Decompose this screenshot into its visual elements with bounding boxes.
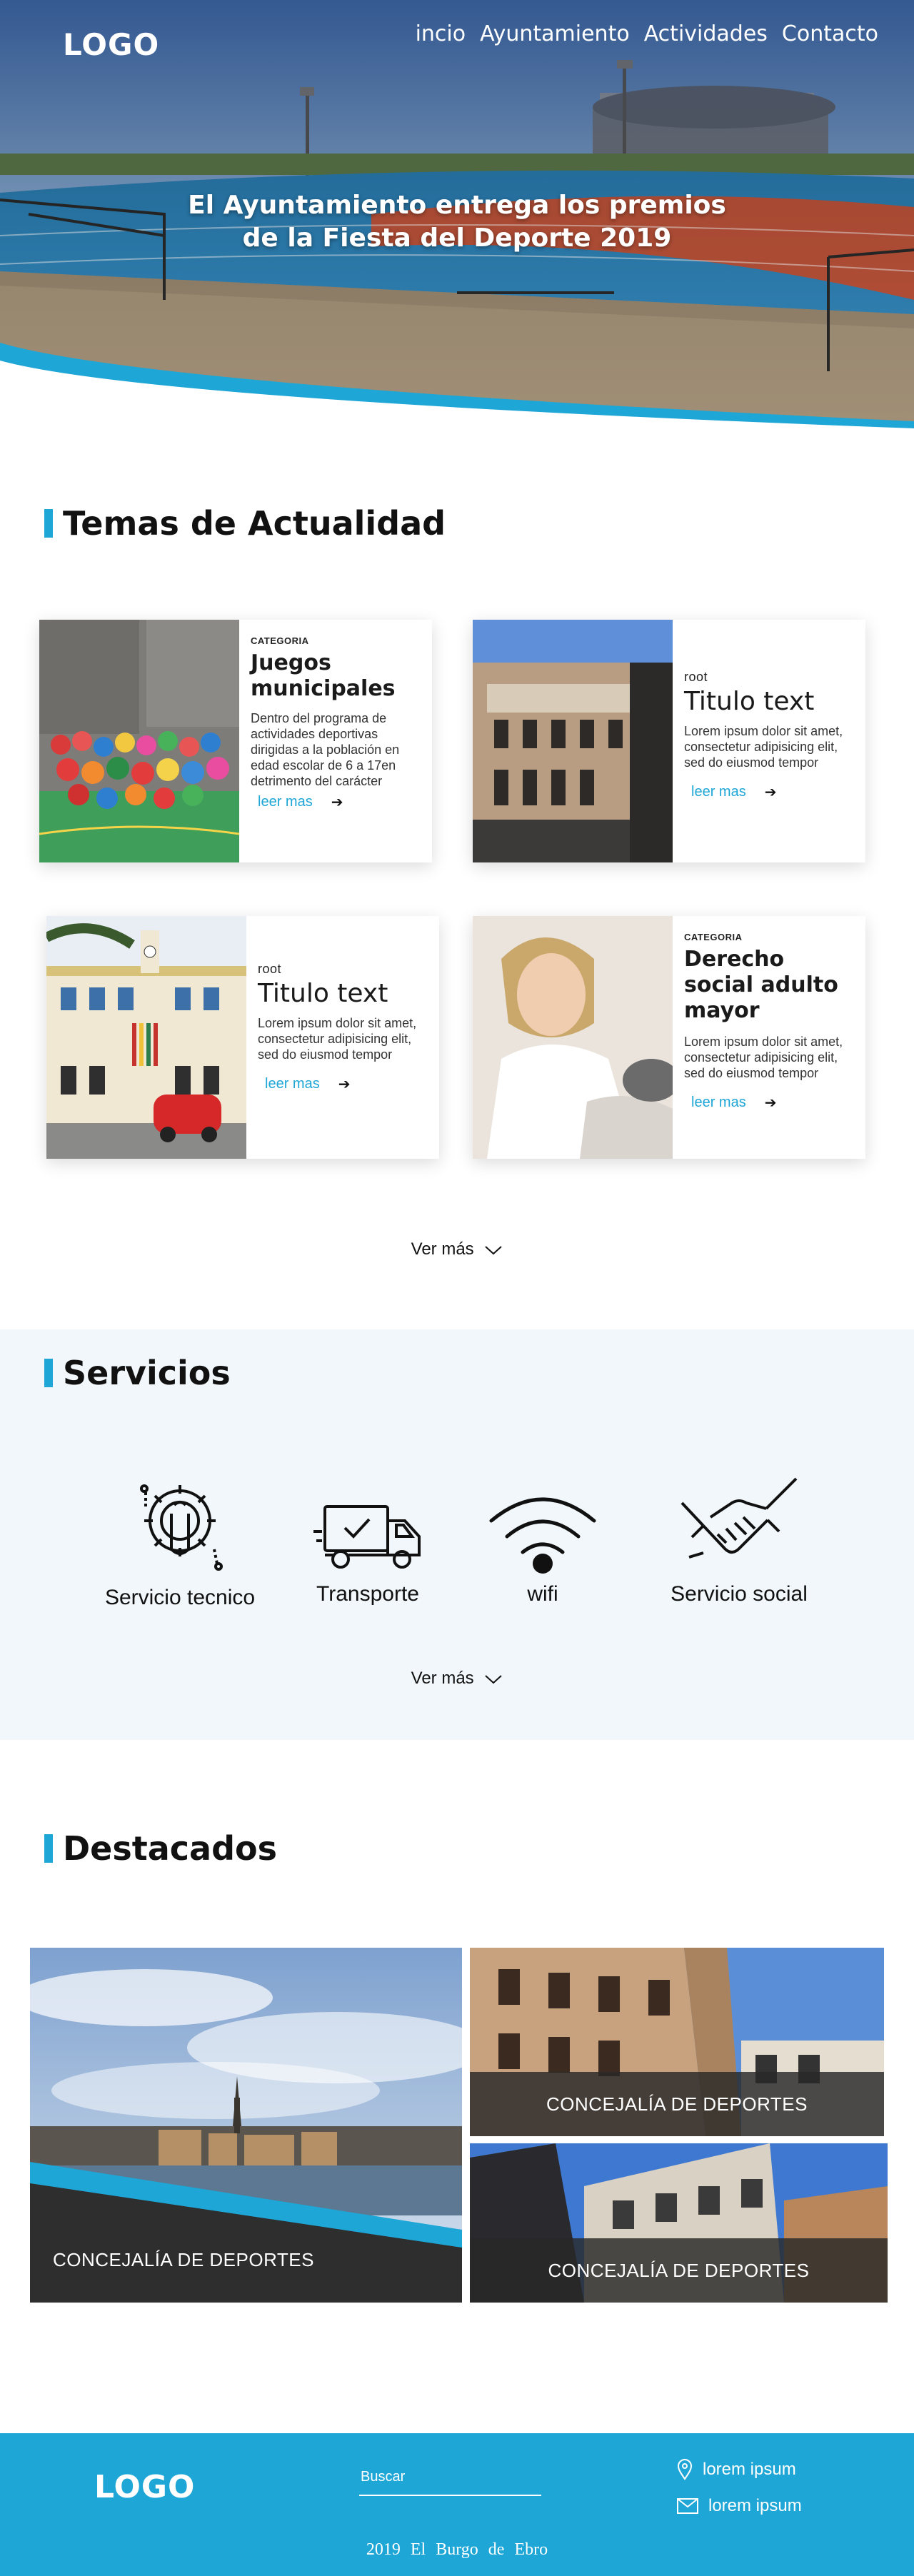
footer-logo[interactable]: LOGO — [94, 2469, 195, 2505]
footer-copyright: 2019 El Burgo de Ebro — [366, 2540, 548, 2559]
site-footer: LOGO Buscar lorem ipsum lorem ipsum 2019… — [0, 2433, 914, 2576]
main-nav: incio Ayuntamiento Actividades Contacto — [416, 21, 878, 46]
read-more-label: leer mas — [265, 1076, 320, 1092]
arrow-right-icon: ➔ — [338, 1077, 351, 1092]
card-description: Lorem ipsum dolor sit amet, consectetur … — [684, 724, 843, 770]
news-card-2[interactable]: root Titulo text Lorem ipsum dolor sit a… — [473, 620, 865, 862]
card-description: Lorem ipsum dolor sit amet, consectetur … — [684, 1035, 843, 1080]
destacado-caption: CONCEJALÍA DE DEPORTES — [548, 2259, 810, 2281]
service-label: wifi — [527, 1582, 558, 1606]
news-card-image — [473, 916, 673, 1159]
destacados-heading: Destacados — [44, 1829, 277, 1868]
ver-mas-servicios-button[interactable]: Ver más — [0, 1669, 914, 1689]
news-card-body: CATEGORIA Juegos municipales Dentro del … — [239, 620, 432, 862]
envelope-icon — [677, 2498, 698, 2514]
destacado-card-3[interactable]: CONCEJALÍA DE DEPORTES — [470, 2143, 888, 2303]
gear-wrench-icon — [140, 1484, 223, 1571]
heading-accent-bar — [44, 1359, 53, 1387]
servicios-title: Servicios — [63, 1354, 231, 1392]
news-card-image — [473, 620, 673, 862]
card-title: Juegos municipales — [251, 650, 396, 701]
ver-mas-label: Ver más — [411, 1669, 474, 1688]
hero-banner: LOGO incio Ayuntamiento Actividades Cont… — [0, 0, 914, 428]
news-card-body: root Titulo text Lorem ipsum dolor sit a… — [246, 916, 439, 1159]
card-title: Derecho social adulto mayor — [684, 947, 838, 1023]
read-more-label: leer mas — [691, 784, 746, 800]
destacado-caption: CONCEJALÍA DE DEPORTES — [53, 2249, 314, 2270]
heading-accent-bar — [44, 509, 53, 538]
location-pin-icon — [677, 2459, 693, 2480]
footer-location: lorem ipsum — [677, 2459, 796, 2480]
read-more-link[interactable]: leer mas ➔ — [691, 783, 855, 801]
service-item-wifi[interactable]: wifi — [478, 1492, 607, 1606]
news-card-body: CATEGORIA Derecho social adulto mayor Lo… — [673, 916, 865, 1159]
news-card-1[interactable]: CATEGORIA Juegos municipales Dentro del … — [39, 620, 432, 862]
destacado-caption-bar: CONCEJALÍA DE DEPORTES — [470, 2072, 884, 2136]
ver-mas-actualidad-button[interactable]: Ver más — [0, 1239, 914, 1259]
news-card-image — [39, 620, 239, 862]
read-more-label: leer mas — [258, 794, 313, 810]
handshake-icon — [681, 1477, 798, 1559]
destacados-title: Destacados — [63, 1829, 278, 1868]
service-item-transporte[interactable]: Transporte — [296, 1499, 439, 1606]
heading-accent-bar — [44, 1834, 53, 1863]
hero-title: El Ayuntamiento entrega los premios de l… — [0, 189, 914, 255]
service-item-tecnico[interactable]: Servicio tecnico — [94, 1478, 266, 1610]
wifi-icon — [489, 1497, 596, 1574]
card-description: Lorem ipsum dolor sit amet, consectetur … — [258, 1016, 417, 1062]
news-card-4[interactable]: CATEGORIA Derecho social adulto mayor Lo… — [473, 916, 865, 1159]
card-category: root — [684, 670, 708, 684]
footer-search-input[interactable] — [359, 2495, 541, 2496]
news-card-body: root Titulo text Lorem ipsum dolor sit a… — [673, 620, 865, 862]
arrow-right-icon: ➔ — [764, 785, 777, 800]
card-category: CATEGORIA — [251, 635, 309, 646]
footer-email[interactable]: lorem ipsum — [677, 2496, 802, 2516]
nav-item-actividades[interactable]: Actividades — [644, 21, 768, 46]
hero-title-line-1: El Ayuntamiento entrega los premios — [188, 191, 726, 220]
footer-email-text: lorem ipsum — [708, 2496, 802, 2515]
arrow-right-icon: ➔ — [764, 1095, 777, 1111]
truck-icon — [313, 1505, 421, 1569]
news-card-image — [46, 916, 246, 1159]
destacado-card-2[interactable]: CONCEJALÍA DE DEPORTES — [470, 1948, 884, 2136]
destacado-caption: CONCEJALÍA DE DEPORTES — [546, 2093, 808, 2115]
actualidad-heading: Temas de Actualidad — [44, 504, 446, 543]
footer-location-text: lorem ipsum — [703, 2460, 796, 2479]
service-label: Servicio social — [671, 1582, 808, 1606]
actualidad-title: Temas de Actualidad — [63, 504, 446, 543]
chevron-down-icon — [485, 1245, 503, 1255]
service-label: Servicio tecnico — [104, 1586, 256, 1609]
card-description: Dentro del programa de actividades depor… — [251, 711, 400, 788]
read-more-link[interactable]: leer mas ➔ — [265, 1075, 429, 1093]
footer-search-label[interactable]: Buscar — [361, 2469, 405, 2485]
card-title: Titulo text — [684, 687, 815, 716]
service-item-social[interactable]: Servicio social — [646, 1474, 832, 1606]
card-title: Titulo text — [258, 979, 388, 1008]
destacado-caption-bar: CONCEJALÍA DE DEPORTES — [470, 2238, 888, 2303]
nav-item-ayuntamiento[interactable]: Ayuntamiento — [480, 21, 630, 46]
nav-item-inicio[interactable]: incio — [416, 21, 466, 46]
service-label: Transporte — [316, 1582, 419, 1606]
servicios-heading: Servicios — [44, 1354, 231, 1392]
chevron-down-icon — [485, 1674, 503, 1684]
news-card-3[interactable]: root Titulo text Lorem ipsum dolor sit a… — [46, 916, 439, 1159]
read-more-label: leer mas — [691, 1095, 746, 1110]
ver-mas-label: Ver más — [411, 1239, 474, 1259]
destacado-card-1[interactable]: CONCEJALÍA DE DEPORTES — [30, 1948, 462, 2303]
header-logo[interactable]: LOGO — [63, 27, 159, 62]
read-more-link[interactable]: leer mas ➔ — [691, 1094, 855, 1112]
read-more-link[interactable]: leer mas ➔ — [258, 793, 422, 811]
hero-title-line-2: de la Fiesta del Deporte 2019 — [242, 223, 672, 253]
card-category: CATEGORIA — [684, 932, 743, 942]
card-category: root — [258, 962, 282, 976]
arrow-right-icon: ➔ — [331, 795, 343, 810]
nav-item-contacto[interactable]: Contacto — [782, 21, 878, 46]
